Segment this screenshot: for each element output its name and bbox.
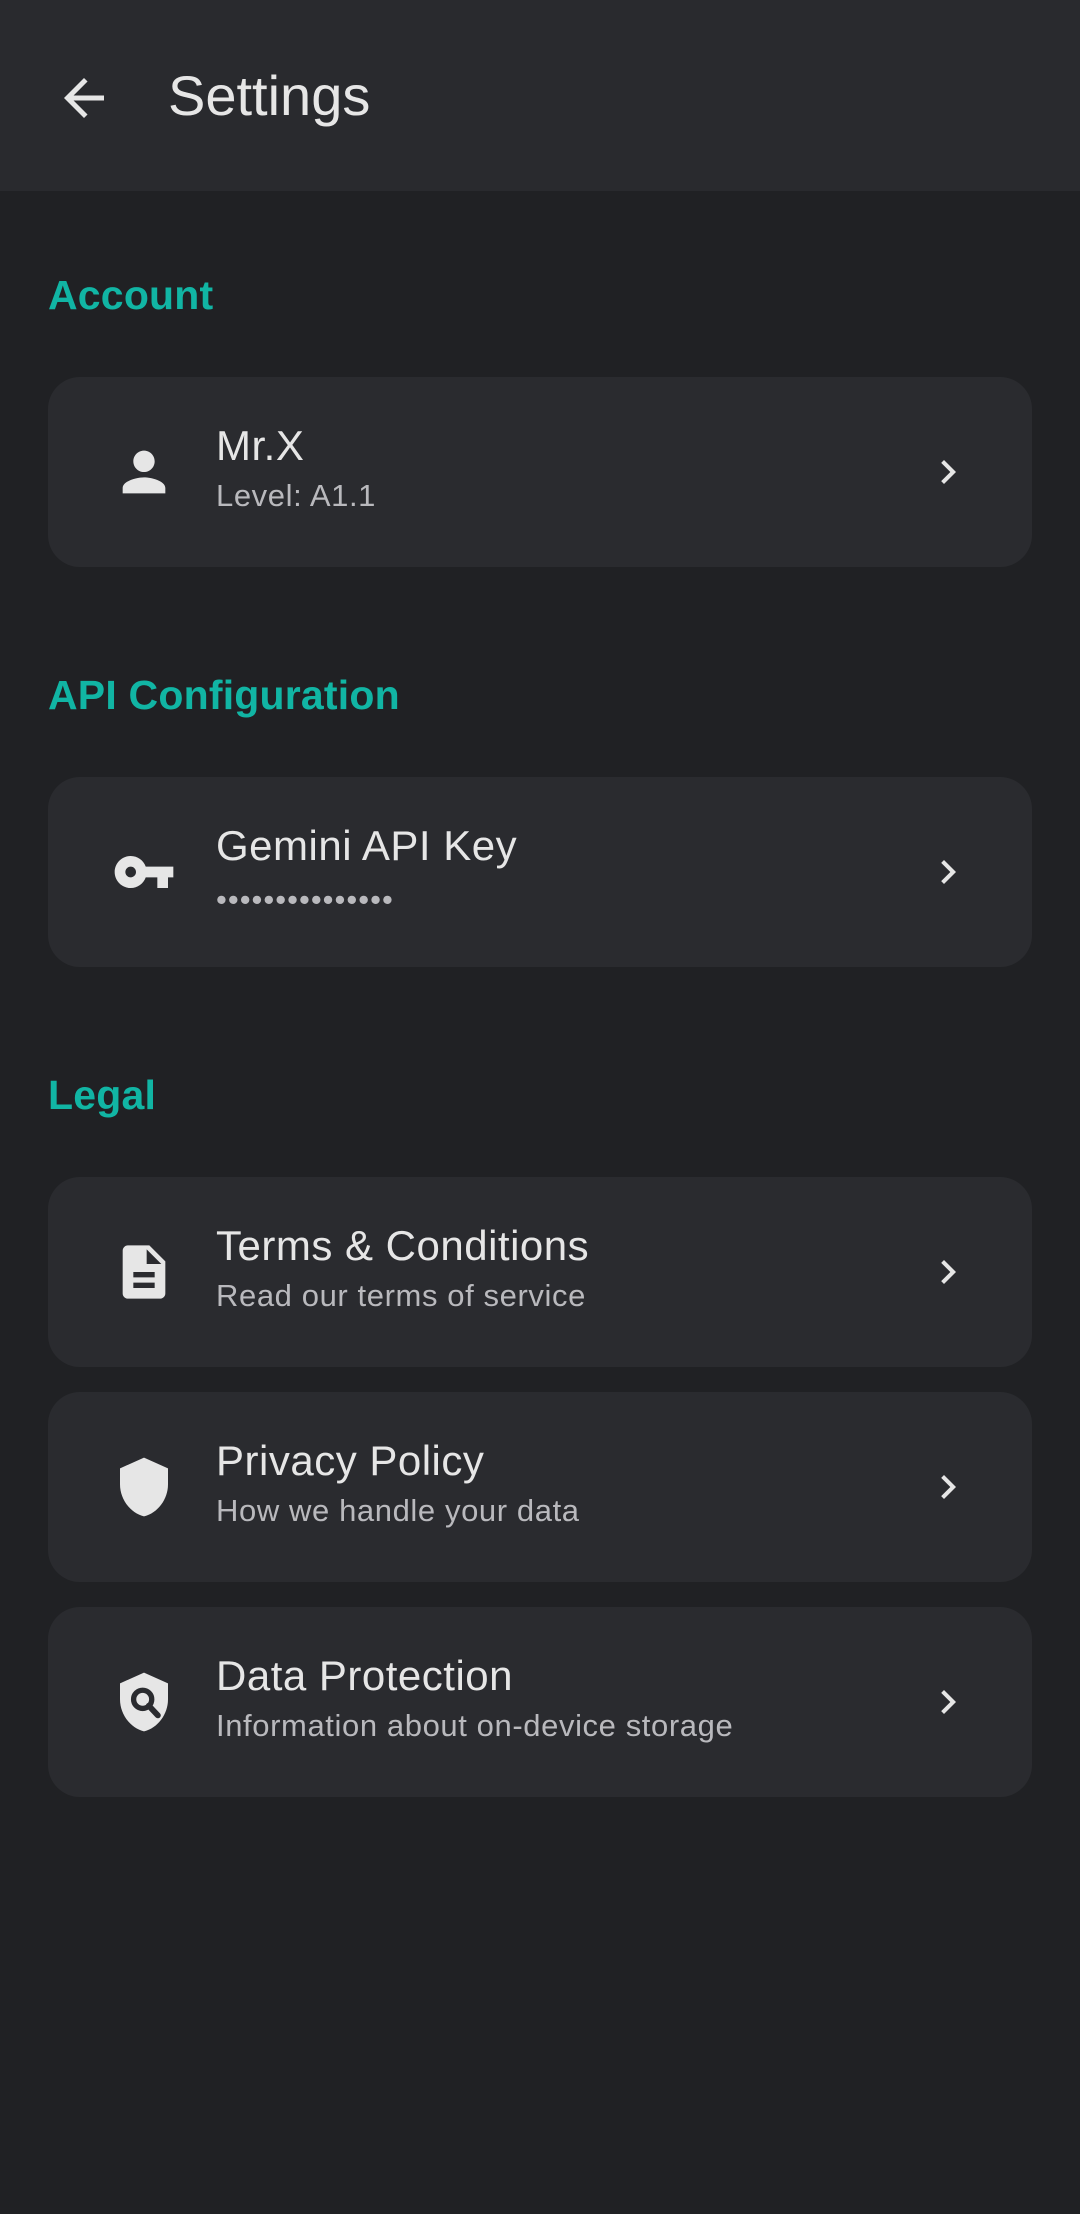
gemini-api-key-row[interactable]: Gemini API Key •••••••••••••••	[48, 777, 1032, 967]
key-icon	[96, 824, 192, 920]
person-icon	[96, 424, 192, 520]
privacy-policy-row[interactable]: Privacy Policy How we handle your data	[48, 1392, 1032, 1582]
section-header-api: API Configuration	[48, 672, 400, 718]
privacy-label: Privacy Policy	[216, 1437, 485, 1484]
privacy-subtitle: How we handle your data	[216, 1493, 580, 1528]
profile-name: Mr.X	[216, 422, 305, 469]
app-bar: Settings	[0, 0, 1080, 191]
chevron-right-icon	[924, 848, 972, 896]
chevron-right-icon	[924, 1248, 972, 1296]
section-header-legal: Legal	[48, 1072, 157, 1118]
data-protection-label: Data Protection	[216, 1652, 513, 1699]
data-protection-subtitle: Information about on-device storage	[216, 1708, 734, 1743]
shield-search-icon	[96, 1654, 192, 1750]
terms-subtitle: Read our terms of service	[216, 1278, 586, 1313]
arrow-back-icon	[64, 78, 104, 118]
terms-label: Terms & Conditions	[216, 1222, 590, 1269]
shield-icon	[96, 1439, 192, 1535]
section-header-account: Account	[48, 272, 214, 318]
document-icon	[96, 1224, 192, 1320]
api-key-label: Gemini API Key	[216, 822, 518, 869]
data-protection-row[interactable]: Data Protection Information about on-dev…	[48, 1607, 1032, 1797]
page-title: Settings	[168, 64, 371, 127]
api-key-masked-value: •••••••••••••••	[216, 882, 394, 917]
back-button[interactable]	[44, 58, 124, 138]
profile-level: Level: A1.1	[216, 478, 376, 513]
account-profile-row[interactable]: Mr.X Level: A1.1	[48, 377, 1032, 567]
terms-conditions-row[interactable]: Terms & Conditions Read our terms of ser…	[48, 1177, 1032, 1367]
chevron-right-icon	[924, 1463, 972, 1511]
chevron-right-icon	[924, 1678, 972, 1726]
chevron-right-icon	[924, 448, 972, 496]
